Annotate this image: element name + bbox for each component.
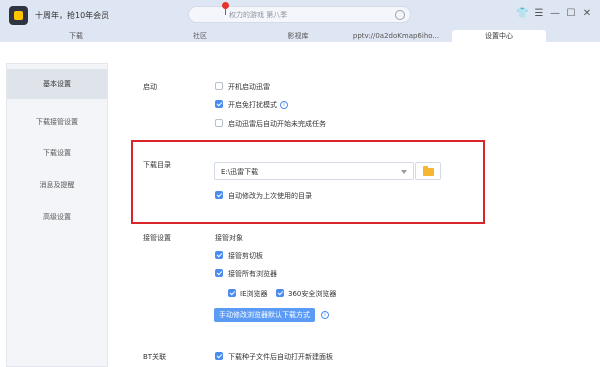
tab-bar: 下载 社区 影视库 pptv://0a2doKmap6iho... 设置中心	[0, 30, 600, 42]
bt-section-label: BT关联	[143, 353, 167, 361]
all-browsers-checkbox[interactable]	[215, 269, 223, 277]
autostart-checkbox[interactable]	[215, 82, 223, 90]
chevron-down-icon[interactable]	[401, 170, 407, 174]
info-icon[interactable]: i	[280, 101, 288, 109]
ie-browser-checkbox[interactable]	[228, 289, 236, 297]
ie-browser-label: IE浏览器	[240, 290, 268, 298]
tab-download[interactable]: 下载	[20, 30, 132, 42]
info-icon[interactable]: i	[321, 311, 329, 319]
auto-modify-dir-label: 自动修改为上次使用的目录	[228, 192, 312, 200]
do-not-disturb-option: 开启免打扰模式 i	[228, 100, 288, 110]
browser-360-checkbox[interactable]	[276, 289, 284, 297]
menu-icon[interactable]: ☰	[533, 8, 545, 20]
download-dir-select[interactable]: E:\迅雷下载	[214, 162, 414, 180]
autostart-label: 开机启动迅雷	[228, 83, 270, 91]
all-browsers-label: 接管所有浏览器	[228, 270, 277, 278]
do-not-disturb-label: 开启免打扰模式	[228, 101, 277, 109]
sidebar-item-takeover[interactable]: 下载接管设置	[7, 107, 107, 137]
auto-modify-dir-checkbox[interactable]	[215, 191, 223, 199]
startup-section-label: 启动	[143, 83, 157, 91]
title-bar: 十周年，抢10年会员 ‹ › 权力的游戏 第八季 👕 ☰ — ☐ ✕	[0, 0, 600, 30]
shirt-icon[interactable]: 👕	[516, 8, 528, 20]
promo-text[interactable]: 十周年，抢10年会员	[35, 10, 109, 21]
close-icon[interactable]: ✕	[581, 8, 593, 20]
search-input[interactable]: 权力的游戏 第八季	[188, 6, 411, 23]
takeover-section-label: 接管设置	[143, 234, 171, 242]
download-dir-label: 下载目录	[143, 161, 171, 169]
folder-icon	[423, 166, 434, 176]
bt-auto-open-label: 下载种子文件后自动打开新建面板	[228, 353, 333, 361]
download-dir-path: E:\迅雷下载	[221, 168, 259, 176]
do-not-disturb-checkbox[interactable]	[215, 100, 223, 108]
sidebar-item-basic[interactable]: 基本设置	[7, 69, 107, 99]
fix-default-download-button[interactable]: 手动修改浏览器默认下载方式	[214, 308, 315, 322]
tab-pptv[interactable]: pptv://0a2doKmap6iho...	[340, 30, 452, 42]
clipboard-label: 接管剪切板	[228, 252, 263, 260]
takeover-target-label: 接管对象	[215, 234, 243, 242]
app-logo	[9, 6, 28, 25]
clipboard-checkbox[interactable]	[215, 251, 223, 259]
sidebar-item-download[interactable]: 下载设置	[7, 138, 107, 168]
resume-tasks-checkbox[interactable]	[215, 119, 223, 127]
sidebar-item-advanced[interactable]: 高级设置	[7, 202, 107, 232]
search-icon[interactable]	[395, 10, 405, 20]
location-pin-icon	[222, 2, 229, 15]
tab-settings[interactable]: 设置中心	[452, 30, 546, 42]
sidebar-item-notifications[interactable]: 消息及提醒	[7, 170, 107, 200]
bt-auto-open-checkbox[interactable]	[215, 352, 223, 360]
browse-folder-button[interactable]	[415, 162, 441, 180]
tab-community[interactable]: 社区	[144, 30, 256, 42]
search-placeholder: 权力的游戏 第八季	[229, 11, 288, 19]
tab-video-library[interactable]: 影视库	[242, 30, 354, 42]
resume-tasks-label: 启动迅雷后自动开始未完成任务	[228, 120, 326, 128]
settings-sidebar: 基本设置 下载接管设置 下载设置 消息及提醒 高级设置	[6, 63, 108, 367]
download-dir-highlight	[131, 140, 485, 224]
maximize-icon[interactable]: ☐	[565, 8, 577, 20]
browser-360-label: 360安全浏览器	[288, 290, 337, 298]
minimize-icon[interactable]: —	[549, 8, 561, 20]
